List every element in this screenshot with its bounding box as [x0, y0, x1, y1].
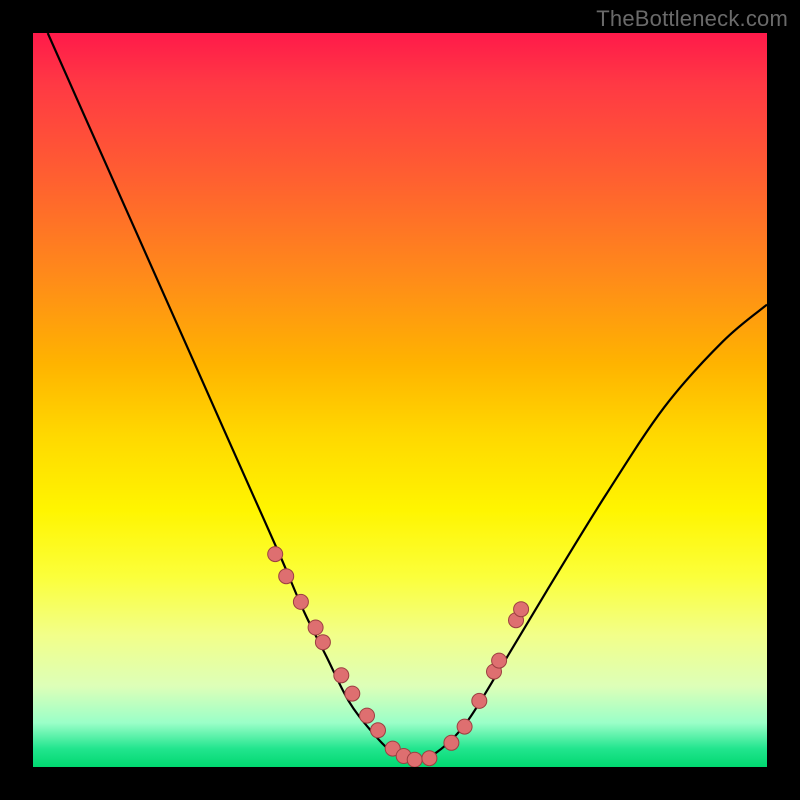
highlight-dots: [268, 547, 529, 767]
marker-dot: [360, 708, 375, 723]
chart-container: TheBottleneck.com: [0, 0, 800, 800]
marker-dot: [268, 547, 283, 562]
marker-dot: [345, 686, 360, 701]
marker-dot: [514, 602, 529, 617]
marker-dot: [371, 723, 386, 738]
marker-dot: [279, 569, 294, 584]
marker-dot: [293, 594, 308, 609]
marker-dot: [334, 668, 349, 683]
marker-dot: [444, 735, 459, 750]
marker-dot: [422, 751, 437, 766]
marker-dot: [396, 749, 411, 764]
bottleneck-curve: [48, 33, 767, 760]
watermark-text: TheBottleneck.com: [596, 6, 788, 32]
marker-dot: [308, 620, 323, 635]
plot-area: [33, 33, 767, 767]
marker-dot: [509, 613, 524, 628]
marker-dot: [457, 719, 472, 734]
marker-dot: [487, 664, 502, 679]
marker-dot: [385, 741, 400, 756]
marker-dot: [492, 653, 507, 668]
marker-dot: [407, 752, 422, 767]
marker-dot: [472, 693, 487, 708]
chart-svg: [33, 33, 767, 767]
marker-dot: [315, 635, 330, 650]
